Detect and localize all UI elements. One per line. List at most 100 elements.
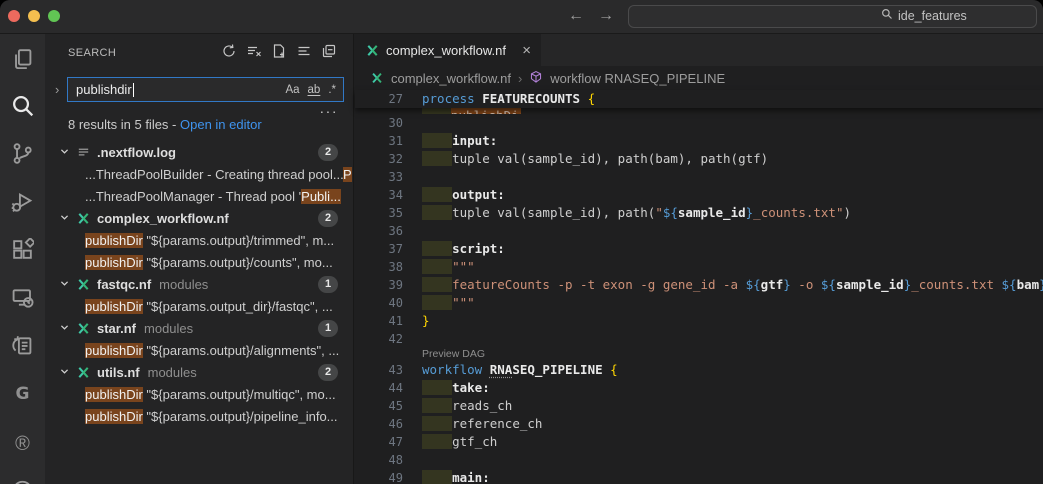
code-line[interactable]: 44 take: (355, 379, 1043, 397)
line-number: 40 (355, 294, 403, 312)
code-line[interactable]: 32 tuple val(sample_id), path(bam), path… (355, 150, 1043, 168)
search-file-row[interactable]: complex_workflow.nf2 (45, 207, 352, 229)
view-as-list-icon[interactable] (296, 43, 312, 64)
code-token (422, 470, 452, 484)
file-name: utils.nf (97, 365, 140, 380)
line-number: 35 (355, 204, 403, 222)
tab-complex-workflow[interactable]: complex_workflow.nf × (355, 34, 541, 66)
match-case-toggle[interactable]: Aa (285, 84, 299, 96)
code-line[interactable]: 41} (355, 312, 1043, 330)
match-text: "${params.output}/trimmed", m... (143, 233, 334, 248)
code-line[interactable]: 38 """ (355, 258, 1043, 276)
code-token: tuple val(sample_id), path(bam), path(gt… (452, 151, 768, 166)
match-highlight: publishDir (85, 409, 143, 424)
code-token: featureCounts -p -t exon -g gene_id -a (452, 277, 746, 292)
code-line[interactable]: 39 featureCounts -p -t exon -g gene_id -… (355, 276, 1043, 294)
match-text: ...ThreadPoolManager - Thread pool ' (85, 189, 301, 204)
code-token: script: (452, 241, 505, 256)
code-token: reads_ch (452, 398, 512, 413)
chevron-down-icon[interactable] (59, 277, 70, 292)
match-count-badge: 1 (318, 276, 338, 293)
search-icon[interactable] (0, 86, 45, 126)
breadcrumb-file[interactable]: complex_workflow.nf (391, 71, 511, 86)
zoom-window-button[interactable] (48, 10, 60, 22)
code-token: ${ (1002, 277, 1017, 292)
search-match-row[interactable]: ...ThreadPoolBuilder - Creating thread p… (45, 163, 352, 185)
codelens-preview-dag[interactable]: Preview DAG (355, 348, 1043, 361)
refresh-icon[interactable] (221, 43, 237, 64)
breadcrumb-symbol[interactable]: workflow RNASEQ_PIPELINE (550, 71, 725, 86)
file-name: .nextflow.log (97, 145, 176, 160)
line-number: 39 (355, 276, 403, 294)
clear-results-icon[interactable] (246, 43, 262, 64)
code-token: """ (452, 259, 475, 274)
code-line[interactable]: 33 (355, 168, 1043, 186)
code-line[interactable]: 46 reference_ch (355, 415, 1043, 433)
close-window-button[interactable] (8, 10, 20, 22)
explorer-icon[interactable] (0, 39, 45, 79)
navigate-forward-button[interactable]: → (598, 5, 614, 27)
search-match-row[interactable]: publishDir "${params.output}/trimmed", m… (45, 229, 352, 251)
navigate-back-button[interactable]: ← (568, 5, 584, 27)
code-token (422, 187, 452, 202)
search-match-row[interactable]: publishDir "${params.output_dir}/fastqc"… (45, 295, 352, 317)
search-match-row[interactable]: publishDir "${params.output}/pipeline_in… (45, 405, 352, 427)
gitlens-icon[interactable]: G (0, 374, 45, 414)
code-line[interactable]: 35 tuple val(sample_id), path("${sample_… (355, 204, 1043, 222)
file-history-icon[interactable] (0, 325, 45, 365)
search-match-row[interactable]: ...ThreadPoolManager - Thread pool 'Publ… (45, 185, 352, 207)
chevron-down-icon[interactable] (59, 321, 70, 336)
search-match-row[interactable]: publishDir "${params.output}/alignments"… (45, 339, 352, 361)
sticky-scroll-line[interactable]: 27process FEATURECOUNTS { (355, 90, 1043, 108)
minimize-window-button[interactable] (28, 10, 40, 22)
code-line[interactable]: 48 (355, 451, 1043, 469)
regex-toggle[interactable]: .* (328, 84, 336, 96)
code-line[interactable]: 43workflow RNASEQ_PIPELINE { (355, 361, 1043, 379)
activity-bar: G ® (0, 34, 45, 484)
code-line[interactable]: 45 reads_ch (355, 397, 1043, 415)
search-file-row[interactable]: fastqc.nfmodules1 (45, 273, 352, 295)
code-line[interactable]: 30 (355, 114, 1043, 132)
whole-word-toggle[interactable]: ab (308, 84, 321, 96)
code-line[interactable]: 36 (355, 222, 1043, 240)
line-number: 37 (355, 240, 403, 258)
chevron-down-icon[interactable] (59, 145, 70, 160)
source-control-icon[interactable] (0, 133, 45, 173)
code-line[interactable]: 49 main: (355, 469, 1043, 484)
chevron-down-icon[interactable] (59, 365, 70, 380)
collapse-all-icon[interactable] (321, 43, 337, 64)
line-number: 48 (355, 451, 403, 469)
toggle-replace-chevron[interactable]: › (55, 82, 59, 97)
command-center-search[interactable]: ide_features (628, 5, 1037, 28)
search-file-row[interactable]: utils.nfmodules2 (45, 361, 352, 383)
code-token: } (422, 313, 430, 328)
text-caret (133, 83, 134, 97)
close-tab-icon[interactable]: × (522, 42, 531, 59)
code-token: ${ (746, 277, 761, 292)
nextflow-icon (370, 71, 384, 85)
r-language-icon[interactable]: ® (0, 424, 45, 464)
partial-bottom-icon[interactable] (0, 472, 45, 484)
nextflow-icon (76, 321, 91, 336)
extensions-icon[interactable] (0, 229, 45, 269)
search-match-row[interactable]: publishDir "${params.output}/multiqc", m… (45, 383, 352, 405)
code-token (422, 277, 452, 292)
search-file-row[interactable]: .nextflow.log2 (45, 141, 352, 163)
code-line[interactable]: 37 script: (355, 240, 1043, 258)
code-line[interactable]: 34 output: (355, 186, 1043, 204)
code-line[interactable]: 42 (355, 330, 1043, 348)
code-line[interactable]: 47 gtf_ch (355, 433, 1043, 451)
code-line[interactable]: 31 input: (355, 132, 1043, 150)
code-line[interactable]: 40 """ (355, 294, 1043, 312)
toggle-search-details[interactable]: ··· (320, 103, 339, 119)
chevron-down-icon[interactable] (59, 211, 70, 226)
search-file-row[interactable]: star.nfmodules1 (45, 317, 352, 339)
run-debug-icon[interactable] (0, 181, 45, 221)
code-token: ${ (821, 277, 836, 292)
new-search-editor-icon[interactable] (271, 43, 287, 64)
code-token (422, 133, 452, 148)
search-input[interactable]: publishdir Aa ab .* (67, 77, 344, 102)
search-match-row[interactable]: publishDir "${params.output}/counts", mo… (45, 251, 352, 273)
open-in-editor-link[interactable]: Open in editor (180, 117, 262, 132)
remote-explorer-icon[interactable] (0, 277, 45, 317)
